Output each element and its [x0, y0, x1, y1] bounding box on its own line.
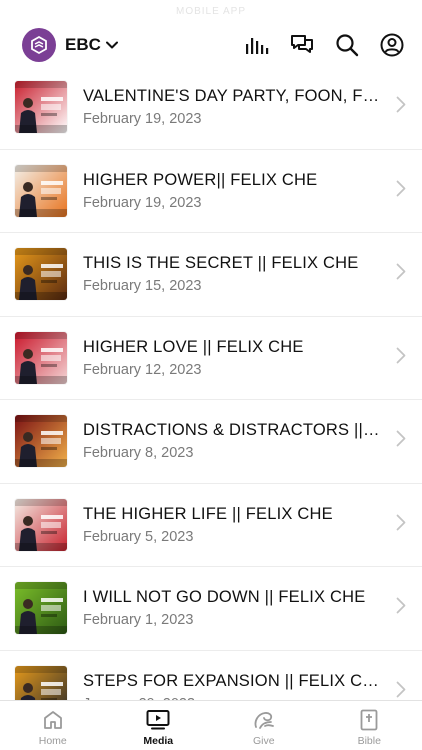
- list-item[interactable]: I WILL NOT GO DOWN || FELIX CHE February …: [0, 567, 422, 651]
- list-item[interactable]: STEPS FOR EXPANSION || FELIX CHEJanuary …: [0, 651, 422, 700]
- media-icon: [146, 710, 170, 730]
- sermon-thumbnail: [15, 248, 67, 301]
- tab-give[interactable]: Give: [211, 701, 317, 750]
- chevron-right-icon: [396, 597, 406, 619]
- chevron-down-icon[interactable]: [105, 41, 118, 49]
- org-logo-icon: [31, 35, 47, 55]
- search-icon[interactable]: [334, 33, 359, 58]
- chevron-right-icon: [396, 96, 406, 118]
- tab-label: Bible: [357, 735, 381, 747]
- sermon-text: STEPS FOR EXPANSION || FELIX CHEJanuary …: [83, 672, 383, 700]
- sermon-thumbnail: [15, 81, 67, 134]
- list-item[interactable]: DISTRACTIONS & DISTRACTORS || FE... Febru…: [0, 400, 422, 484]
- org-logo[interactable]: [22, 28, 56, 62]
- app-header: EBC: [0, 22, 422, 68]
- sermon-thumbnail: [15, 665, 67, 700]
- org-name[interactable]: EBC: [65, 35, 101, 55]
- chevron-right-icon: [396, 514, 406, 536]
- bible-icon: [360, 709, 378, 731]
- sermon-thumbnail: [15, 164, 67, 217]
- sermon-title: DISTRACTIONS & DISTRACTORS || FE...: [83, 421, 383, 440]
- sermon-date: February 15, 2023: [83, 278, 202, 295]
- home-icon: [43, 711, 62, 729]
- give-icon: [254, 712, 274, 729]
- sermon-text: HIGHER POWER|| FELIX CHE February 19, 202…: [83, 171, 383, 211]
- sermon-title: HIGHER LOVE || FELIX CHE: [83, 337, 304, 356]
- chevron-right-icon: [396, 681, 406, 700]
- list-item[interactable]: THIS IS THE SECRET || FELIX CHE February …: [0, 233, 422, 317]
- sermon-date: February 19, 2023: [83, 194, 202, 211]
- sermon-list[interactable]: VALENTINE'S DAY PARTY, FOON, FU... Februa…: [0, 66, 422, 700]
- sermon-text: VALENTINE'S DAY PARTY, FOON, FU... Februa…: [83, 87, 383, 127]
- sermon-thumbnail: [15, 415, 67, 468]
- tab-bible[interactable]: Bible: [317, 701, 422, 750]
- sermon-thumbnail: [15, 331, 67, 384]
- list-item[interactable]: VALENTINE'S DAY PARTY, FOON, FU... Februa…: [0, 66, 422, 150]
- sermon-thumbnail: [15, 582, 67, 635]
- chat-icon[interactable]: [289, 33, 314, 58]
- chevron-right-icon: [396, 430, 406, 452]
- tab-label: Give: [252, 735, 275, 747]
- list-item[interactable]: THE HIGHER LIFE || FELIX CHE February 5, …: [0, 484, 422, 567]
- status-text: MOBILE APP: [175, 6, 247, 17]
- chevron-right-icon: [396, 347, 406, 369]
- sermon-date: February 12, 2023: [83, 361, 202, 378]
- sermon-title: VALENTINE'S DAY PARTY, FOON, FU...: [83, 87, 383, 106]
- sermon-title: I WILL NOT GO DOWN || FELIX CHE: [83, 588, 366, 607]
- sermon-date: February 5, 2023: [83, 528, 194, 545]
- sermon-date: February 8, 2023: [83, 445, 194, 462]
- sermon-date: February 19, 2023: [83, 111, 202, 128]
- chevron-right-icon: [396, 263, 406, 285]
- tab-media[interactable]: Media: [106, 701, 212, 750]
- sermon-text: DISTRACTIONS & DISTRACTORS || FE... Febru…: [83, 421, 383, 461]
- sermon-thumbnail: [15, 498, 67, 551]
- tab-home[interactable]: Home: [0, 701, 106, 750]
- sermon-text: THE HIGHER LIFE || FELIX CHE February 5, …: [83, 505, 383, 545]
- list-item[interactable]: HIGHER POWER|| FELIX CHE February 19, 202…: [0, 150, 422, 233]
- sermon-text: I WILL NOT GO DOWN || FELIX CHE February …: [83, 588, 383, 628]
- sermon-text: THIS IS THE SECRET || FELIX CHE February …: [83, 254, 383, 294]
- sermon-title: HIGHER POWER|| FELIX CHE: [83, 170, 318, 189]
- tab-label: Home: [38, 735, 67, 747]
- sermon-title: THIS IS THE SECRET || FELIX CHE: [83, 254, 359, 273]
- sermon-title: THE HIGHER LIFE || FELIX CHE: [83, 504, 333, 523]
- tab-bar: Home Media Give Bible: [0, 700, 422, 750]
- list-item[interactable]: HIGHER LOVE || FELIX CHE February 12, 202…: [0, 317, 422, 400]
- sermon-title: STEPS FOR EXPANSION || FELIX CHE: [83, 671, 383, 690]
- sermon-text: HIGHER LOVE || FELIX CHE February 12, 202…: [83, 338, 383, 378]
- audio-bars-icon[interactable]: [244, 33, 269, 58]
- chevron-right-icon: [396, 180, 406, 202]
- account-icon[interactable]: [379, 33, 404, 58]
- tab-label: Media: [143, 735, 174, 747]
- sermon-date: February 1, 2023: [83, 612, 194, 629]
